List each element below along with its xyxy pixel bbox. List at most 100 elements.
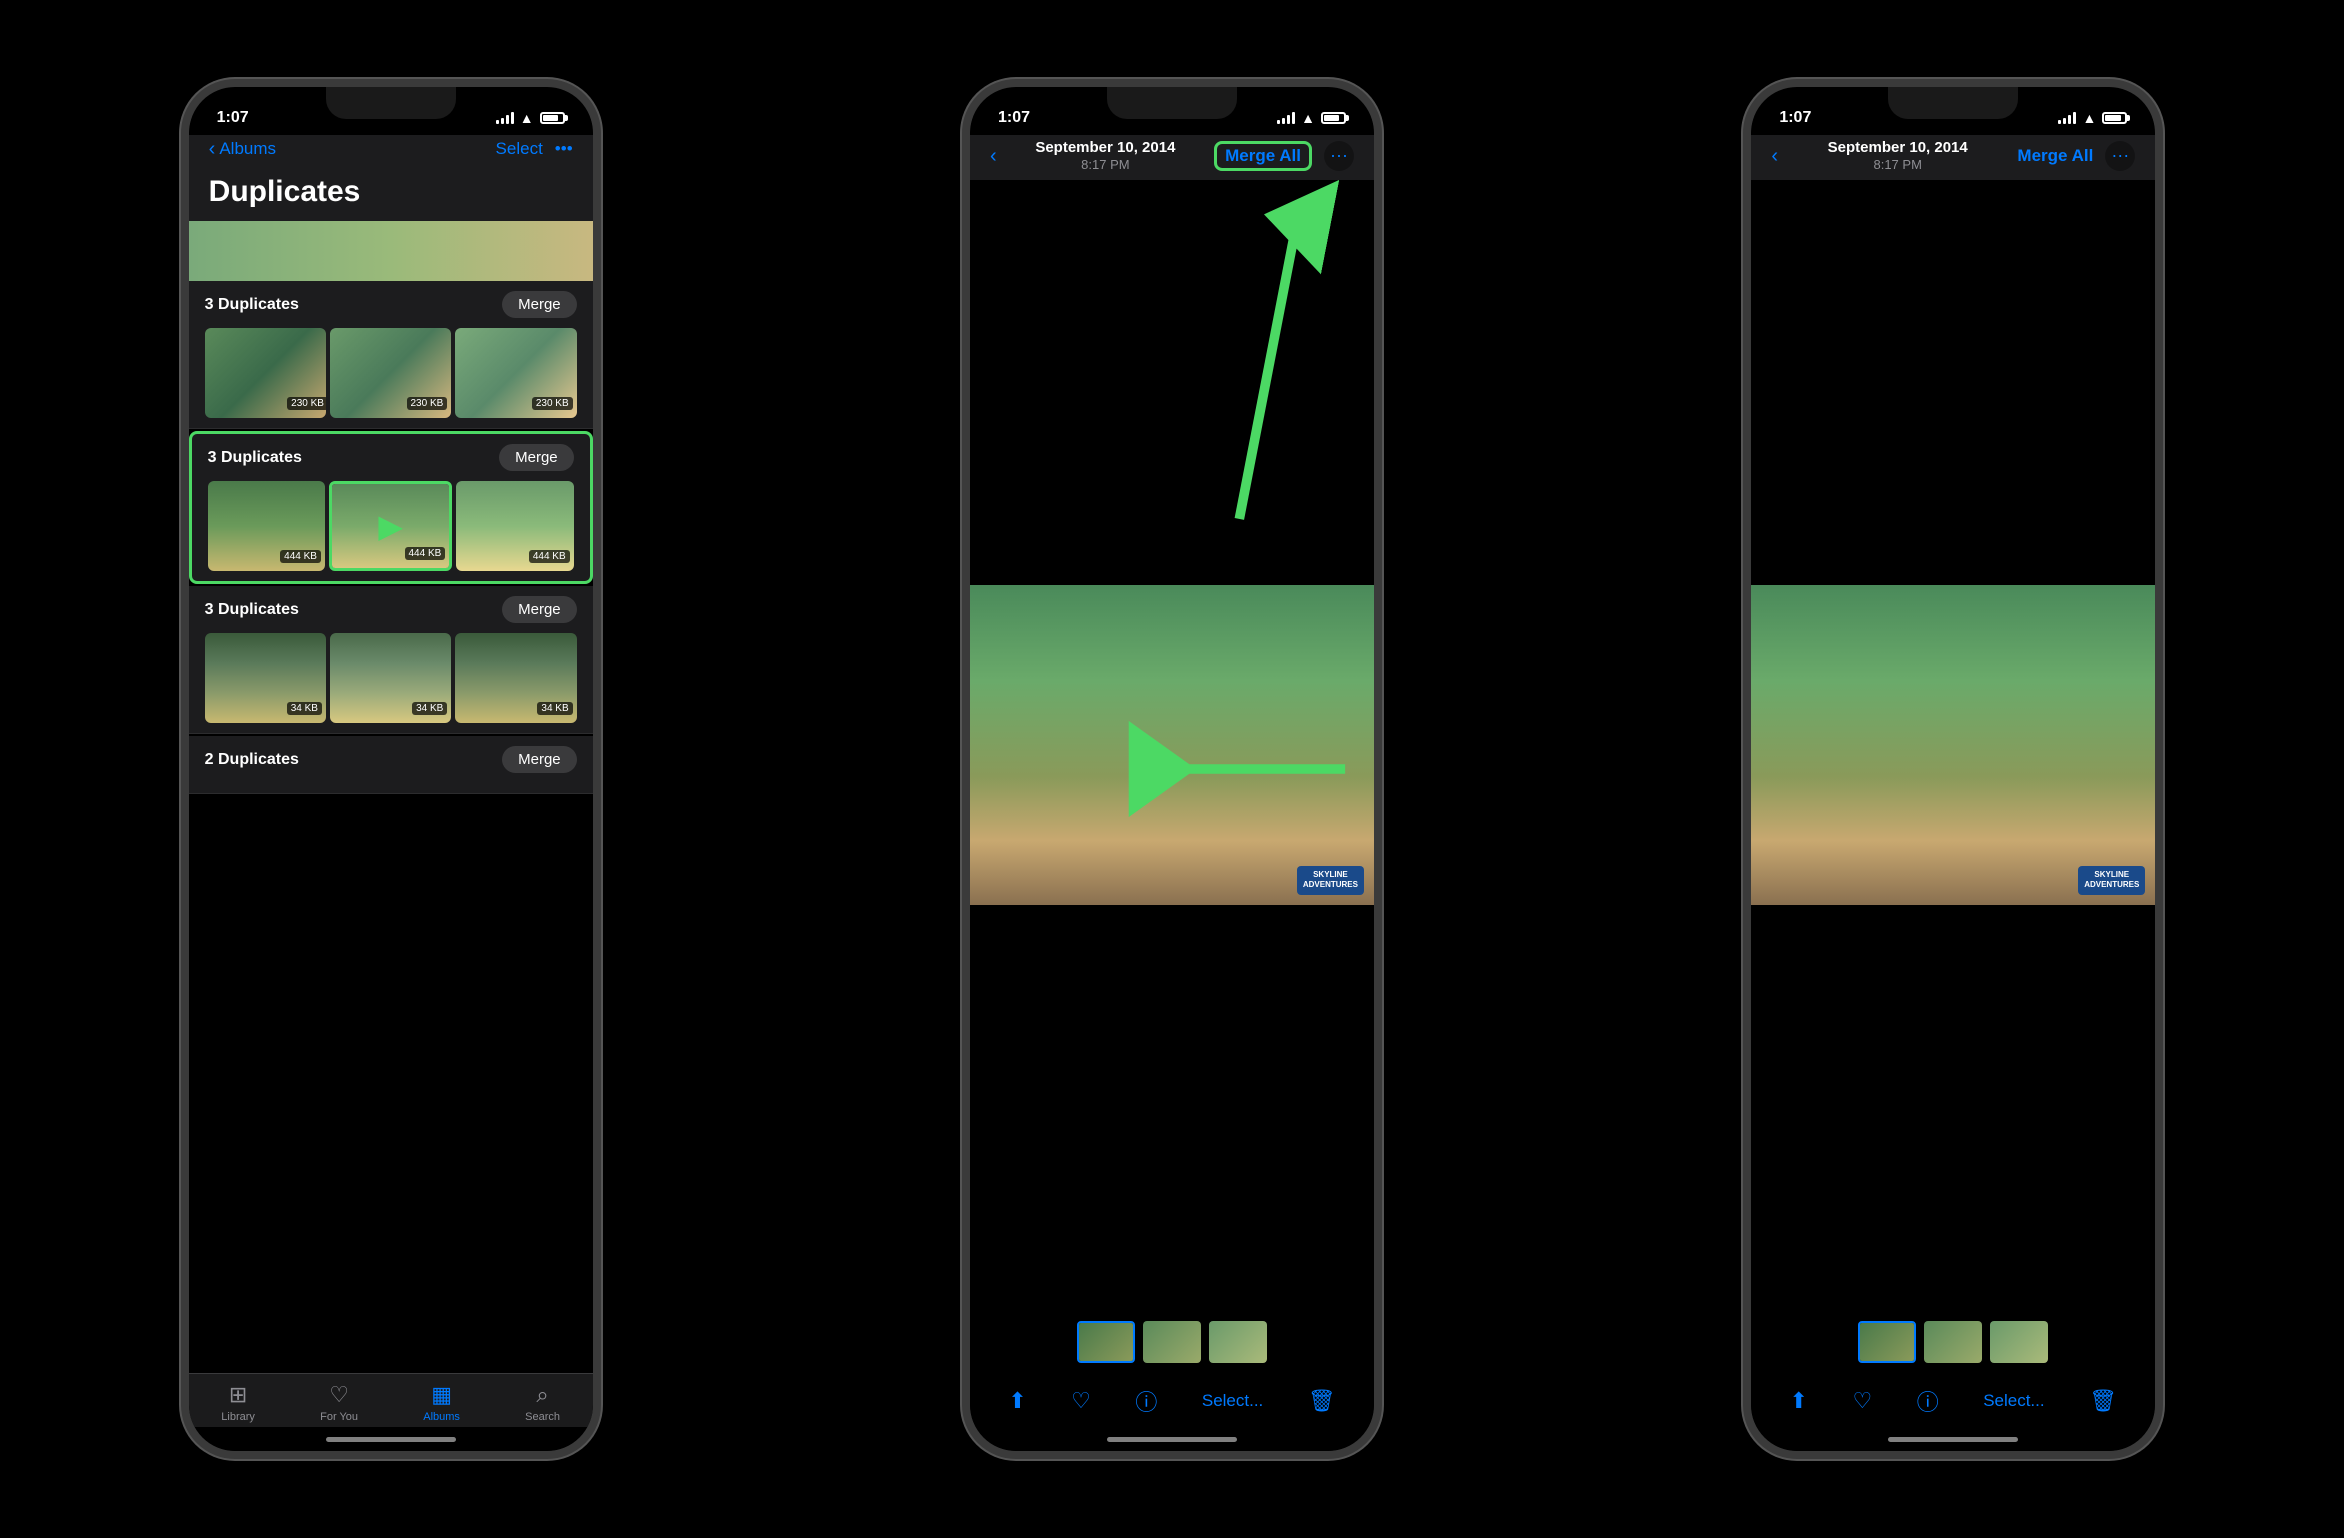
nav-time-3: 8:17 PM (1828, 157, 1968, 172)
vol-down-3 (1743, 315, 1747, 363)
photo-size-1-3: 230 KB (532, 397, 573, 410)
main-photo-area-3: SKYLINEADVENTURES (1751, 180, 2155, 1309)
nav-bar: ‹ Albums Select ••• (189, 135, 593, 167)
status-time-3: 1:07 (1779, 109, 1811, 127)
main-photo-image-3: SKYLINEADVENTURES (1751, 585, 2155, 905)
library-icon: ⊞ (229, 1382, 247, 1408)
tab-albums[interactable]: ▦ Albums (423, 1382, 460, 1423)
vol-up-2 (962, 257, 966, 305)
thumb-3-1[interactable] (1858, 1321, 1916, 1363)
select-button[interactable]: Select (496, 139, 543, 159)
tab-library-label: Library (221, 1411, 255, 1423)
photo-size-2-3: 444 KB (529, 550, 570, 563)
duplicate-group-1: 3 Duplicates Merge 230 KB (189, 281, 593, 429)
screen-content: 3 Duplicates Merge 230 KB (189, 281, 593, 1373)
action-bar-2: ⬆ ♡ ⓘ Select... 🗑 (970, 1375, 1374, 1427)
battery-icon-3 (2102, 112, 2127, 124)
battery-icon (540, 112, 565, 124)
photo-inner-2 (970, 585, 1374, 905)
nav-title-2: September 10, 2014 8:17 PM (1035, 139, 1175, 172)
wifi-icon-2: ▲ (1301, 110, 1315, 126)
dup-count-3: 3 Duplicates (205, 601, 299, 619)
heart-action-icon-3[interactable]: ♡ (1852, 1388, 1872, 1414)
status-time: 1:07 (217, 109, 249, 127)
tab-search[interactable]: ⌕ Search (525, 1382, 560, 1423)
merge-button-1[interactable]: Merge (502, 291, 577, 318)
volume-buttons (181, 257, 185, 363)
back-button-3[interactable]: ‹ (1771, 146, 1778, 166)
nav-bar-3: ‹ September 10, 2014 8:17 PM Merge All ·… (1751, 135, 2155, 180)
home-indicator-2 (970, 1427, 1374, 1451)
thumb-2-1[interactable] (1077, 1321, 1135, 1363)
back-button[interactable]: ‹ Albums (209, 139, 276, 159)
nav-date-2: September 10, 2014 (1035, 139, 1175, 157)
albums-icon: ▦ (431, 1382, 452, 1408)
duplicate-group-3: 3 Duplicates Merge 34 KB (189, 586, 593, 734)
nav-actions-2: Merge All ··· (1214, 141, 1354, 171)
notch-3 (1888, 87, 2018, 119)
volume-buttons-2 (962, 257, 966, 363)
power-button (597, 267, 601, 339)
wifi-icon: ▲ (520, 110, 534, 126)
merge-button-2[interactable]: Merge (499, 444, 574, 471)
delete-icon-2[interactable]: 🗑 (1308, 1388, 1336, 1414)
vol-down-2 (962, 315, 966, 363)
signal-icon-2 (1277, 112, 1295, 124)
skyline-logo-3: SKYLINEADVENTURES (2078, 866, 2145, 895)
thumb-strip-2 (970, 1309, 1374, 1375)
back-label: Albums (219, 139, 276, 159)
select-button-3[interactable]: Select... (1983, 1391, 2044, 1411)
status-icons: ▲ (496, 110, 565, 126)
status-icons-3: ▲ (2058, 110, 2127, 126)
home-indicator (189, 1427, 593, 1451)
dup-photo-3-2: 34 KB (330, 633, 451, 723)
battery-icon-2 (1321, 112, 1346, 124)
more-button-2[interactable]: ··· (1324, 141, 1354, 171)
dup-count-1: 3 Duplicates (205, 296, 299, 314)
nav-title-3: September 10, 2014 8:17 PM (1828, 139, 1968, 172)
photo-size-3-1: 34 KB (287, 702, 322, 715)
share-icon-3[interactable]: ⬆ (1790, 1388, 1808, 1414)
dup-group-header-2: 3 Duplicates Merge (208, 444, 574, 471)
merge-button-4[interactable]: Merge (502, 746, 577, 773)
tab-library[interactable]: ⊞ Library (221, 1382, 255, 1423)
dup-photos-2: 444 KB ▶ 444 KB (208, 481, 574, 571)
more-button[interactable]: ••• (555, 139, 573, 159)
vol-up (181, 257, 185, 305)
play-icon: ▶ (378, 507, 403, 545)
status-time-2: 1:07 (998, 109, 1030, 127)
dup-photo-1-1: 230 KB (205, 328, 326, 418)
chevron-left-icon-3: ‹ (1771, 146, 1778, 166)
select-button-2[interactable]: Select... (1202, 1391, 1263, 1411)
thumb-2-2[interactable] (1143, 1321, 1201, 1363)
tab-for-you[interactable]: ♡ For You (320, 1382, 358, 1423)
main-photo-image-2: SKYLINEADVENTURES (970, 585, 1374, 905)
heart-action-icon-2[interactable]: ♡ (1071, 1388, 1091, 1414)
back-button-2[interactable]: ‹ (990, 146, 997, 166)
duplicates-title: Duplicates (209, 175, 573, 209)
top-photo-crop (189, 221, 593, 281)
info-icon-3[interactable]: ⓘ (1917, 1385, 1939, 1417)
merge-all-button-2[interactable]: Merge All (1214, 141, 1312, 171)
dup-photo-2-3: 444 KB (456, 481, 573, 571)
photo-size-2-2: 444 KB (405, 547, 446, 560)
info-icon-2[interactable]: ⓘ (1135, 1385, 1157, 1417)
dup-photos-3: 34 KB 34 KB (205, 633, 577, 723)
merge-button-3[interactable]: Merge (502, 596, 577, 623)
dup-photo-2-1: 444 KB (208, 481, 325, 571)
delete-icon-3[interactable]: 🗑 (2089, 1388, 2117, 1414)
nav-time-2: 8:17 PM (1035, 157, 1175, 172)
thumb-3-3[interactable] (1990, 1321, 2048, 1363)
thumb-3-2[interactable] (1924, 1321, 1982, 1363)
phone-screen-3: 1:07 ▲ ‹ September 10, 2014 8:17 PM M (1751, 87, 2155, 1451)
vol-down (181, 315, 185, 363)
share-icon-2[interactable]: ⬆ (1008, 1388, 1026, 1414)
dup-photo-1-3: 230 KB (455, 328, 576, 418)
power-button-3 (2159, 267, 2163, 339)
thumb-2-3[interactable] (1209, 1321, 1267, 1363)
dup-group-header-3: 3 Duplicates Merge (205, 596, 577, 623)
tab-search-label: Search (525, 1411, 560, 1423)
more-button-3[interactable]: ··· (2105, 141, 2135, 171)
merge-all-button-3[interactable]: Merge All (2017, 146, 2093, 166)
phone-1: 1:07 ▲ ‹ Albums Select ••• (181, 79, 601, 1459)
